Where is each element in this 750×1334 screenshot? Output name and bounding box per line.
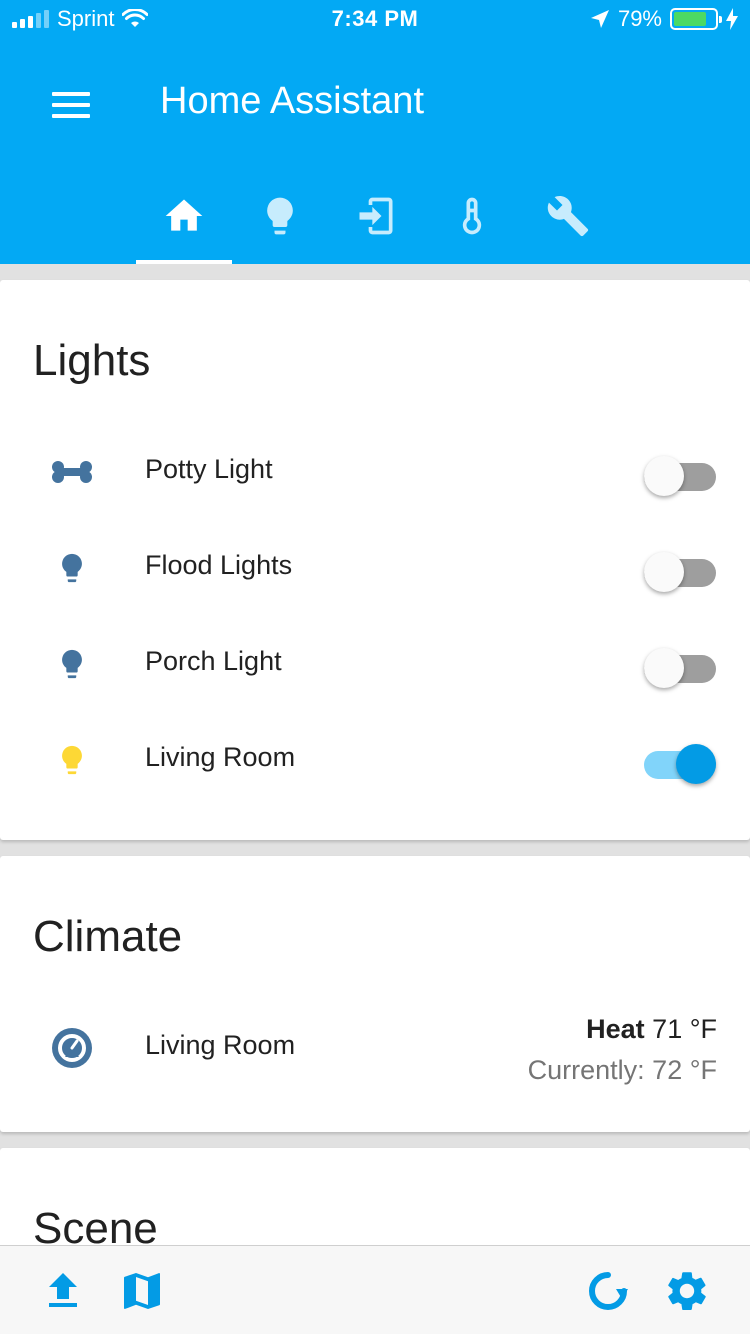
thermometer-icon bbox=[462, 197, 482, 235]
climate-state-block: Heat 71 °F Currently: 72 °F bbox=[528, 1014, 717, 1086]
lightbulb-icon bbox=[267, 197, 293, 235]
climate-target-temp: 71 °F bbox=[652, 1014, 717, 1044]
wrench-icon bbox=[547, 196, 589, 237]
light-toggle-living-room[interactable] bbox=[644, 740, 716, 784]
lightbulb-icon bbox=[48, 736, 96, 784]
thermostat-icon bbox=[48, 1024, 96, 1072]
light-row-flood[interactable]: Flood Lights bbox=[0, 526, 750, 606]
settings-icon bbox=[668, 1272, 706, 1310]
home-icon bbox=[165, 199, 203, 231]
charging-bolt-icon bbox=[726, 8, 738, 30]
lights-card-title: Lights bbox=[33, 336, 151, 385]
status-bar: Sprint 7:34 PM 79% bbox=[0, 0, 750, 40]
menu-icon[interactable] bbox=[52, 90, 92, 120]
climate-row-living-room[interactable]: Living Room Heat 71 °F Currently: 72 °F bbox=[0, 1006, 750, 1090]
light-label: Flood Lights bbox=[145, 550, 293, 580]
map-icon bbox=[124, 1273, 160, 1309]
climate-current-temp: Currently: 72 °F bbox=[527, 1055, 717, 1085]
login-icon bbox=[359, 197, 393, 235]
upload-button[interactable] bbox=[38, 1266, 88, 1316]
view-tabs bbox=[136, 176, 616, 264]
refresh-button[interactable] bbox=[583, 1266, 633, 1316]
climate-card: Climate Living Room Heat 71 °F Currently… bbox=[0, 856, 750, 1132]
tab-lights[interactable] bbox=[232, 176, 328, 264]
climate-label: Living Room bbox=[145, 1030, 296, 1060]
bone-icon bbox=[48, 448, 96, 496]
app-header: Sprint 7:34 PM 79% Home Assistant bbox=[0, 0, 750, 264]
location-arrow-icon bbox=[590, 10, 609, 28]
tab-climate[interactable] bbox=[424, 176, 520, 264]
light-label: Potty Light bbox=[145, 454, 273, 484]
map-button[interactable] bbox=[117, 1266, 167, 1316]
settings-button[interactable] bbox=[662, 1266, 712, 1316]
status-bar-right: 79% bbox=[590, 6, 738, 32]
battery-icon bbox=[670, 8, 722, 30]
upload-icon bbox=[49, 1273, 77, 1307]
light-row-potty[interactable]: Potty Light bbox=[0, 430, 750, 510]
light-toggle-flood[interactable] bbox=[644, 548, 716, 592]
climate-mode: Heat bbox=[586, 1014, 645, 1044]
tab-home[interactable] bbox=[136, 176, 232, 264]
light-row-porch[interactable]: Porch Light bbox=[0, 622, 750, 702]
tab-developer-tools[interactable] bbox=[520, 176, 616, 264]
lightbulb-icon bbox=[48, 640, 96, 688]
battery-level bbox=[674, 12, 706, 26]
lightbulb-icon bbox=[48, 544, 96, 592]
light-toggle-potty[interactable] bbox=[644, 452, 716, 496]
climate-card-title: Climate bbox=[33, 912, 183, 961]
tab-login[interactable] bbox=[328, 176, 424, 264]
refresh-icon bbox=[589, 1272, 628, 1310]
lights-card: Lights Potty Light Flood Lights Porch Li… bbox=[0, 280, 750, 840]
climate-target: Heat 71 °F bbox=[528, 1014, 717, 1045]
light-label: Living Room bbox=[145, 742, 296, 772]
bottom-toolbar bbox=[0, 1245, 750, 1334]
light-toggle-porch[interactable] bbox=[644, 644, 716, 688]
battery-percent: 79% bbox=[617, 6, 662, 31]
light-row-living-room[interactable]: Living Room bbox=[0, 718, 750, 798]
light-label: Porch Light bbox=[145, 646, 282, 676]
page-title: Home Assistant bbox=[160, 80, 424, 122]
